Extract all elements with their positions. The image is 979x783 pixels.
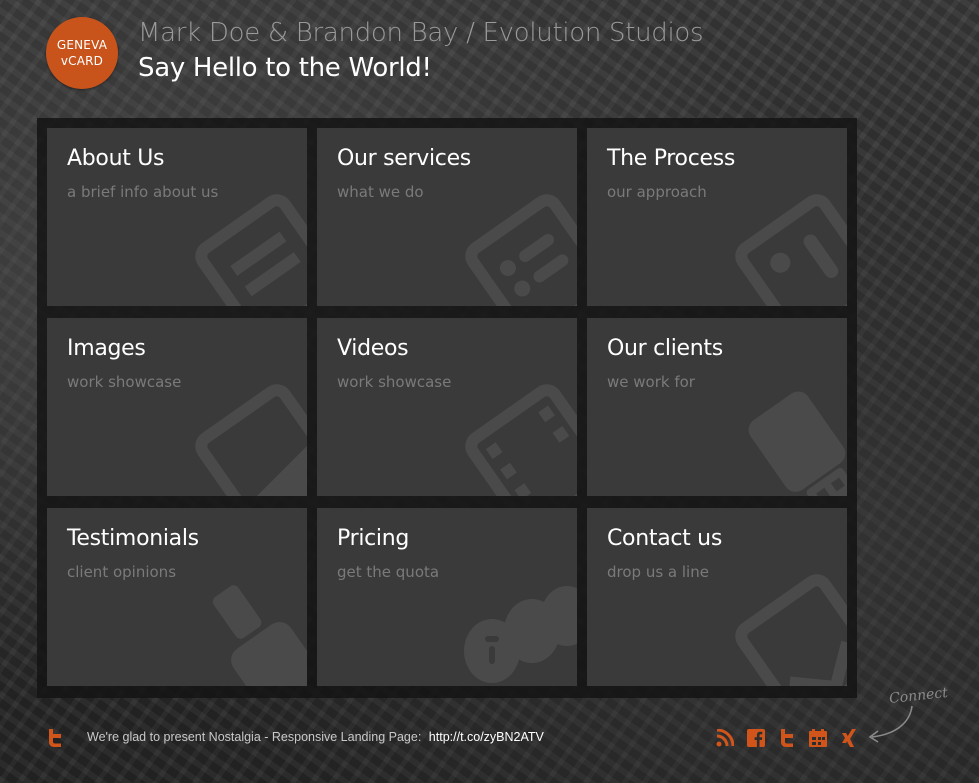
tile-subtitle: get the quota xyxy=(337,563,440,581)
brush-icon xyxy=(212,585,307,686)
tile-subtitle: work showcase xyxy=(67,373,182,391)
tile-title: The Process xyxy=(607,146,736,171)
logo-line-1: GENEVA xyxy=(56,38,108,52)
tile-title: Our clients xyxy=(607,336,723,361)
calendar-icon[interactable] xyxy=(809,729,827,747)
tile-videos[interactable]: Videos work showcase xyxy=(317,318,577,496)
tile-subtitle: we work for xyxy=(607,373,695,391)
footer-link[interactable]: http://t.co/zyBN2ATV xyxy=(429,730,544,744)
twitter-icon[interactable] xyxy=(778,729,796,747)
tile-subtitle: our approach xyxy=(607,183,707,201)
image-icon xyxy=(195,384,307,496)
tile-images[interactable]: Images work showcase xyxy=(47,318,307,496)
tile-grid: About Us a brief info about us Our servi… xyxy=(37,118,857,698)
tile-testimonials[interactable]: Testimonials client opinions xyxy=(47,508,307,686)
page-subtitle: Say Hello to the World! xyxy=(138,53,432,83)
tile-title: Videos xyxy=(337,336,409,361)
tile-about-us[interactable]: About Us a brief info about us xyxy=(47,128,307,306)
list-icon xyxy=(465,194,577,306)
footer-text: We're glad to present Nostalgia - Respon… xyxy=(87,730,422,744)
footer-message: We're glad to present Nostalgia - Respon… xyxy=(87,730,544,744)
tile-subtitle: a brief info about us xyxy=(67,183,219,201)
process-icon xyxy=(735,194,847,306)
tile-subtitle: what we do xyxy=(337,183,424,201)
tile-our-services[interactable]: Our services what we do xyxy=(317,128,577,306)
usb-icon xyxy=(748,391,847,496)
tile-contact-us[interactable]: Contact us drop us a line xyxy=(587,508,847,686)
tile-subtitle: drop us a line xyxy=(607,563,709,581)
twitter-icon[interactable] xyxy=(47,729,63,747)
xing-icon[interactable] xyxy=(840,729,858,747)
tile-title: Images xyxy=(67,336,146,361)
logo-badge[interactable]: GENEVA vCARD xyxy=(46,17,118,89)
tile-title: Our services xyxy=(337,146,471,171)
tile-title: Contact us xyxy=(607,526,722,551)
page-title: Mark Doe & Brandon Bay / Evolution Studi… xyxy=(138,18,704,48)
film-icon xyxy=(465,384,577,496)
logo-line-2: vCARD xyxy=(60,54,104,68)
connect-arrow-icon xyxy=(868,705,913,743)
rss-icon[interactable] xyxy=(716,729,734,747)
tile-subtitle: work showcase xyxy=(337,373,452,391)
tile-title: About Us xyxy=(67,146,165,171)
tile-pricing[interactable]: Pricing get the quota xyxy=(317,508,577,686)
facebook-icon[interactable] xyxy=(747,729,765,747)
tile-our-clients[interactable]: Our clients we work for xyxy=(587,318,847,496)
coins-icon xyxy=(464,586,577,683)
tile-the-process[interactable]: The Process our approach xyxy=(587,128,847,306)
tile-subtitle: client opinions xyxy=(67,563,177,581)
tile-title: Testimonials xyxy=(67,526,199,551)
mail-icon xyxy=(735,574,847,686)
tile-title: Pricing xyxy=(337,526,410,551)
